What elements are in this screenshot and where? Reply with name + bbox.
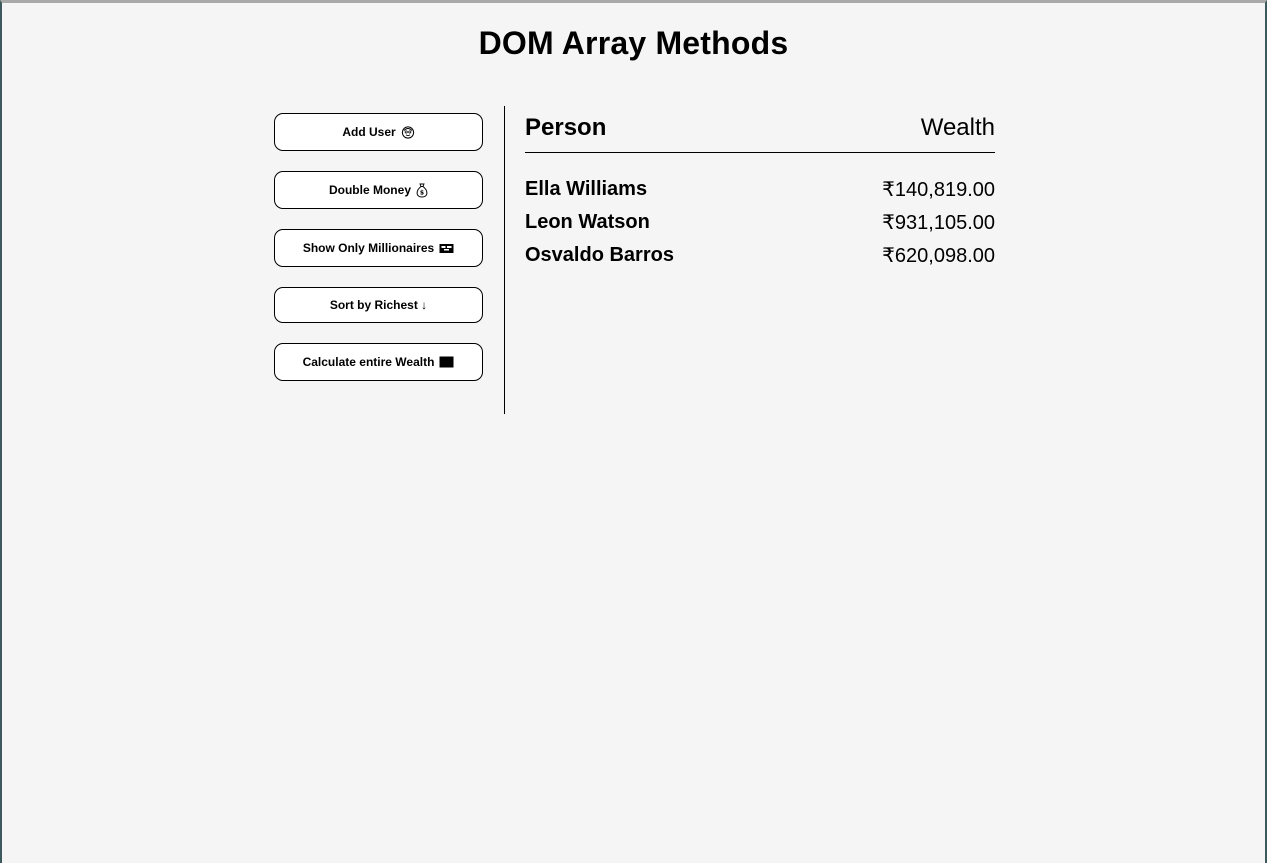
- double-money-button[interactable]: Double Money $: [274, 171, 483, 209]
- person-name: Osvaldo Barros: [525, 244, 674, 266]
- calculate-wealth-button[interactable]: Calculate entire Wealth: [274, 343, 483, 381]
- calculate-wealth-label: Calculate entire Wealth: [302, 355, 435, 369]
- person-header: Person: [525, 114, 607, 141]
- controls-panel: Add User Double Money $ Show Only Millio…: [274, 113, 484, 401]
- face-emoji-icon: [401, 125, 415, 139]
- vertical-divider: [504, 106, 505, 414]
- money-bag-icon: $: [416, 183, 428, 198]
- table-row: Osvaldo Barros ₹620,098.00: [525, 239, 995, 272]
- person-wealth: ₹931,105.00: [882, 212, 995, 234]
- wealth-header: Wealth: [920, 114, 995, 141]
- person-wealth: ₹140,819.00: [882, 179, 995, 201]
- sort-richest-label: Sort by Richest ↓: [329, 298, 428, 312]
- page-title: DOM Array Methods: [478, 25, 789, 61]
- person-name: Ella Williams: [525, 178, 648, 200]
- show-millionaires-label: Show Only Millionaires: [302, 241, 435, 255]
- svg-text:$: $: [420, 189, 424, 196]
- wealth-table: Person Wealth Ella Williams ₹140,819.00 …: [525, 114, 995, 272]
- add-user-button[interactable]: Add User: [274, 113, 483, 151]
- table-body: Ella Williams ₹140,819.00 Leon Watson ₹9…: [525, 173, 995, 272]
- person-wealth: ₹620,098.00: [882, 245, 995, 267]
- table-row: Leon Watson ₹931,105.00: [525, 206, 995, 239]
- table-row: Ella Williams ₹140,819.00: [525, 173, 995, 206]
- add-user-label: Add User: [342, 125, 396, 139]
- sort-richest-button[interactable]: Sort by Richest ↓: [274, 287, 483, 323]
- flag-badge-icon: [439, 243, 454, 254]
- double-money-label: Double Money: [328, 183, 411, 197]
- person-name: Leon Watson: [525, 211, 650, 233]
- black-square-icon: [439, 356, 454, 368]
- show-millionaires-button[interactable]: Show Only Millionaires: [274, 229, 483, 267]
- table-header: Person Wealth: [525, 114, 995, 153]
